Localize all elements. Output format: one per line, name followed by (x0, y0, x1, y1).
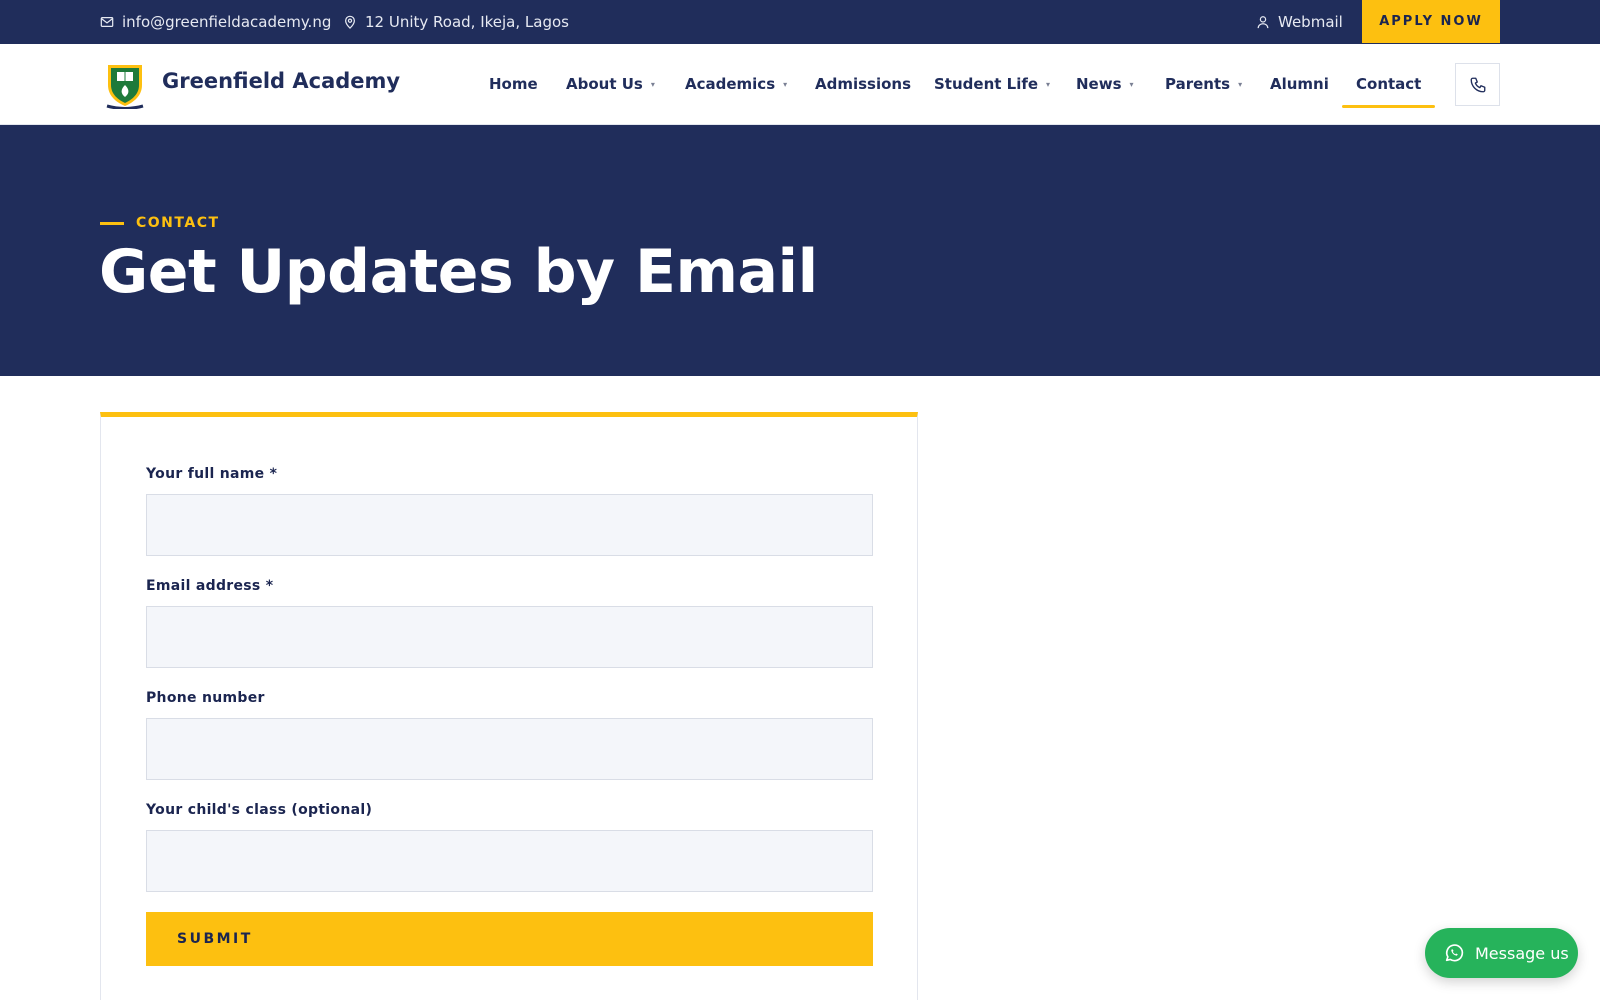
chevron-down-icon: ▾ (650, 79, 655, 89)
nav-home[interactable]: Home (489, 44, 538, 124)
submit-button[interactable]: SUBMIT (146, 912, 873, 966)
phone-icon (1470, 77, 1485, 92)
nav-student-life[interactable]: Student Life ▾ (934, 44, 1050, 124)
nav-admissions-label: Admissions (815, 75, 912, 93)
nav-academics-label: Academics (685, 75, 776, 93)
page-hero: CONTACT Get Updates by Email (0, 125, 1600, 376)
nav-parents[interactable]: Parents ▾ (1165, 44, 1242, 124)
nav-contact-label: Contact (1356, 75, 1422, 93)
nav-home-label: Home (489, 75, 538, 93)
top-bar: info@greenfieldacademy.ng 12 Unity Road,… (0, 0, 1600, 44)
nav-alumni-label: Alumni (1270, 75, 1329, 93)
nav-about-us[interactable]: About Us ▾ (566, 44, 655, 124)
mail-icon (100, 17, 114, 27)
nav-contact[interactable]: Contact (1341, 44, 1436, 124)
chevron-down-icon: ▾ (1238, 79, 1243, 89)
topbar-email-text: info@greenfieldacademy.ng (122, 13, 332, 31)
topbar-address: 12 Unity Road, Ikeja, Lagos (343, 0, 569, 44)
message-us-button[interactable]: Message us (1425, 928, 1578, 978)
nav-news-label: News (1076, 75, 1122, 93)
user-icon (1257, 16, 1269, 29)
topbar-email-link[interactable]: info@greenfieldacademy.ng (100, 0, 331, 44)
nav-student-life-label: Student Life (934, 75, 1039, 93)
child-class-input[interactable] (146, 830, 873, 892)
nav-admissions[interactable]: Admissions (815, 44, 911, 124)
brand-name[interactable]: Greenfield Academy (162, 69, 400, 93)
nav-parents-label: Parents (1165, 75, 1231, 93)
chevron-down-icon: ▾ (783, 79, 788, 89)
chevron-down-icon: ▾ (1129, 79, 1134, 89)
phone-input[interactable] (146, 718, 873, 780)
apply-now-button[interactable]: APPLY NOW (1362, 0, 1500, 43)
signup-form-card: Your full name * Email address * Phone n… (100, 412, 918, 1000)
child-class-label: Your child's class (optional) (146, 802, 373, 818)
nav-alumni[interactable]: Alumni (1270, 44, 1329, 124)
webmail-text: Webmail (1278, 13, 1343, 31)
hero-eyebrow: CONTACT (100, 215, 220, 231)
hero-eyebrow-text: CONTACT (136, 215, 220, 231)
phone-button[interactable] (1455, 63, 1500, 106)
main-nav: Greenfield Academy Home About Us ▾ Acade… (0, 44, 1600, 125)
nav-academics[interactable]: Academics ▾ (685, 44, 787, 124)
phone-label: Phone number (146, 690, 265, 706)
whatsapp-icon (1445, 944, 1464, 962)
chevron-down-icon: ▾ (1046, 79, 1051, 89)
full-name-input[interactable] (146, 494, 873, 556)
school-crest-logo[interactable] (104, 61, 146, 109)
nav-about-us-label: About Us (566, 75, 643, 93)
email-label: Email address * (146, 578, 274, 594)
page-title: Get Updates by Email (99, 237, 818, 307)
topbar-address-text: 12 Unity Road, Ikeja, Lagos (365, 13, 569, 31)
email-input[interactable] (146, 606, 873, 668)
eyebrow-dash (100, 221, 124, 225)
nav-news[interactable]: News ▾ (1076, 44, 1134, 124)
full-name-label: Your full name * (146, 466, 278, 482)
webmail-link[interactable]: Webmail (1256, 0, 1343, 44)
map-pin-icon (345, 15, 355, 29)
message-us-text: Message us (1475, 943, 1569, 963)
